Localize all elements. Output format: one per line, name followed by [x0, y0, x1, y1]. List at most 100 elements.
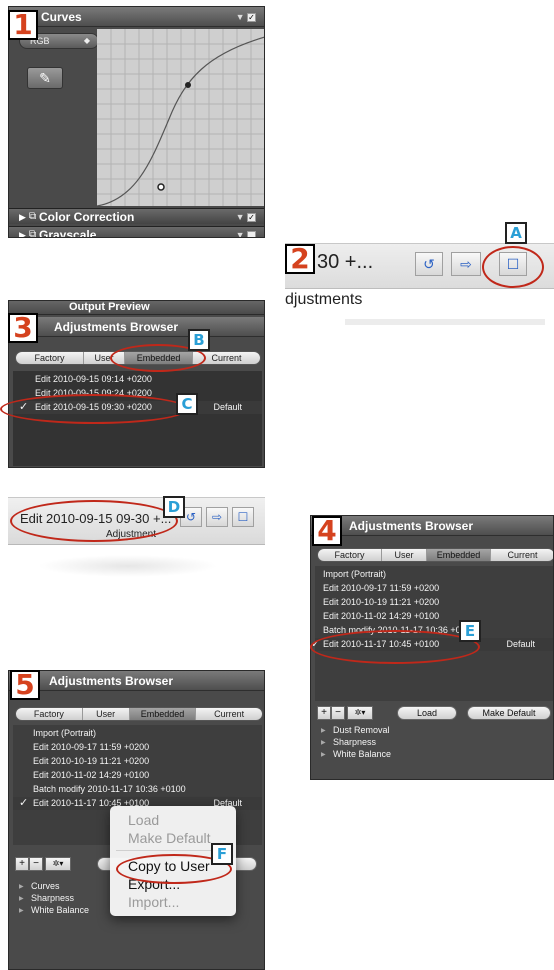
browser-tabs: Factory User Embedded Current	[15, 707, 263, 721]
tree-item-curves[interactable]: Curves	[19, 881, 60, 891]
step-badge-3: 3	[8, 313, 38, 343]
adjustments-list: Import (Portrait) Edit 2010-09-17 11:59 …	[311, 566, 553, 701]
step-badge-4: 4	[312, 516, 342, 546]
list-item[interactable]: Edit 2010-11-02 14:29 +0100	[315, 610, 553, 623]
eyedropper-button[interactable]: ✎	[27, 67, 63, 89]
letter-badge-f: F	[211, 843, 233, 865]
tab-user[interactable]: User	[382, 549, 428, 561]
chevron-down-icon[interactable]: ▼	[236, 212, 245, 222]
browser-tabs: Factory User Embedded Current	[317, 548, 553, 562]
curves-title: Curves	[41, 10, 82, 24]
list-item[interactable]: Import (Portrait)	[315, 568, 553, 581]
make-default-button[interactable]: Make Default	[467, 706, 551, 720]
copy-icon: ⇨	[460, 256, 472, 272]
adjustments-browser-button[interactable]: ☐	[499, 252, 527, 276]
enable-checkbox[interactable]: ✓	[247, 213, 256, 223]
gear-menu-button[interactable]: ✲▾	[347, 706, 373, 720]
disclosure-triangle-icon[interactable]: ▶	[19, 227, 26, 237]
list-item-selected[interactable]: ✓ Edit 2010-11-17 10:45 +0100 Default	[311, 638, 553, 651]
tab-factory[interactable]: Factory	[16, 708, 83, 720]
tab-current[interactable]: Current	[196, 708, 262, 720]
toolbar-display: Edit 2010-09-15 09-30 +...	[20, 511, 172, 526]
list-item[interactable]: Import (Portrait)	[13, 727, 262, 740]
add-button[interactable]: +	[317, 706, 331, 720]
curves-panel: Curves ▼ ✓ RGB ◆ ✎ ▶ ⧉ Color Correction ▼ ✓ …	[8, 6, 265, 238]
copy-button[interactable]: ⇨	[451, 252, 481, 276]
chevron-down-icon[interactable]: ▼	[236, 12, 245, 22]
tree-item-sharpness[interactable]: Sharpness	[19, 893, 74, 903]
remove-button[interactable]: −	[29, 857, 43, 871]
tab-current[interactable]: Current	[193, 352, 260, 364]
disclosure-triangle-icon[interactable]: ▶	[19, 209, 26, 225]
chevron-down-icon[interactable]: ▼	[236, 230, 245, 237]
tab-factory[interactable]: Factory	[16, 352, 84, 364]
adjustments-browser-panel-4: Adjustments Browser Factory User Embedde…	[310, 515, 554, 780]
tree-item-white-balance[interactable]: White Balance	[19, 905, 89, 915]
letter-badge-c: C	[176, 393, 198, 415]
reset-button[interactable]: ↺	[415, 252, 443, 276]
adjustments-browser-header[interactable]: Adjustments Browser	[9, 671, 264, 691]
menu-item-make-default[interactable]: Make Default	[128, 830, 210, 846]
reset-icon: ↺	[423, 256, 435, 272]
tree-item-white-balance[interactable]: White Balance	[321, 749, 391, 759]
eyedropper-icon: ✎	[39, 70, 51, 86]
load-button[interactable]: Load	[397, 706, 457, 720]
adjustments-browser-panel-3: Output Preview Adjustments Browser Facto…	[8, 300, 265, 468]
tab-embedded[interactable]: Embedded	[125, 352, 194, 364]
remove-button[interactable]: −	[331, 706, 345, 720]
list-item[interactable]: Edit 2010-10-19 11:21 +0200	[315, 596, 553, 609]
tree-item-sharpness[interactable]: Sharpness	[321, 737, 376, 747]
curves-header[interactable]: Curves ▼ ✓	[9, 7, 264, 27]
list-item[interactable]: Edit 2010-09-17 11:59 +0200	[13, 741, 262, 754]
letter-badge-d: D	[163, 496, 185, 518]
tab-factory[interactable]: Factory	[318, 549, 382, 561]
list-item[interactable]: Edit 2010-11-02 14:29 +0100	[13, 769, 262, 782]
step-badge-2: 2	[285, 244, 315, 274]
enable-checkbox[interactable]	[247, 231, 256, 237]
list-item[interactable]: Edit 2010-09-15 09:24 +0200	[13, 387, 262, 400]
menu-item-import[interactable]: Import...	[128, 894, 179, 910]
tab-embedded[interactable]: Embedded	[129, 708, 197, 720]
tab-embedded[interactable]: Embedded	[427, 549, 492, 561]
toolbar-display: 30 +...	[317, 251, 374, 273]
step-badge-1: 1	[8, 10, 38, 40]
gear-menu-button[interactable]: ✲▾	[45, 857, 71, 871]
adjustments-icon: ☐	[237, 510, 249, 524]
list-item[interactable]: Edit 2010-09-15 09:14 +0200	[13, 373, 262, 386]
checkmark-icon: ✓	[19, 401, 29, 413]
curves-graph[interactable]	[97, 29, 265, 206]
adjustments-browser-header[interactable]: Adjustments Browser	[311, 516, 553, 536]
browser-tabs: Factory User Embedded Current	[15, 351, 261, 365]
default-label: Default	[213, 402, 242, 412]
tab-user[interactable]: User	[83, 708, 130, 720]
select-arrow-icon: ◆	[83, 36, 90, 45]
section-color-correction[interactable]: ▶ ⧉ Color Correction ▼ ✓	[9, 208, 264, 224]
copy-button[interactable]: ⇨	[206, 507, 228, 527]
add-button[interactable]: +	[15, 857, 29, 871]
list-item[interactable]: Batch modify 2010-11-17 10:36 +0100	[13, 783, 262, 796]
section-label: Grayscale	[39, 228, 97, 238]
enable-checkbox[interactable]: ✓	[247, 13, 256, 23]
menu-item-load[interactable]: Load	[128, 812, 159, 828]
list-item[interactable]: Batch modify 2010-11-17 10:36 +0100	[315, 624, 553, 637]
toolbar-caption: Adjustment	[106, 529, 157, 540]
list-item[interactable]: Edit 2010-09-17 11:59 +0200	[315, 582, 553, 595]
list-item[interactable]: Edit 2010-10-19 11:21 +0200	[13, 755, 262, 768]
toolbar-shadow	[38, 555, 218, 577]
section-icon: ⧉	[29, 229, 37, 238]
menu-item-copy-to-user[interactable]: Copy to User	[128, 858, 210, 874]
tab-current[interactable]: Current	[491, 549, 553, 561]
section-grayscale[interactable]: ▶ ⧉ Grayscale ▼	[9, 226, 264, 238]
tab-user[interactable]: User	[84, 352, 126, 364]
adjustments-browser-header[interactable]: Adjustments Browser	[9, 317, 264, 337]
section-label: Color Correction	[39, 210, 135, 224]
list-item-selected[interactable]: ✓ Edit 2010-09-15 09:30 +0200 Default	[13, 401, 262, 414]
adjustments-browser-button[interactable]: ☐	[232, 507, 254, 527]
letter-badge-b: B	[188, 329, 210, 351]
menu-item-export[interactable]: Export...	[128, 876, 180, 892]
tree-item-dust-removal[interactable]: Dust Removal	[321, 725, 390, 735]
checkmark-icon: ✓	[19, 797, 29, 809]
output-preview-header[interactable]: Output Preview	[9, 301, 264, 315]
curve-point-upper	[185, 82, 191, 88]
toolbar-zoom: 30 +... ↺ ⇨ ☐ djustments	[285, 235, 554, 325]
